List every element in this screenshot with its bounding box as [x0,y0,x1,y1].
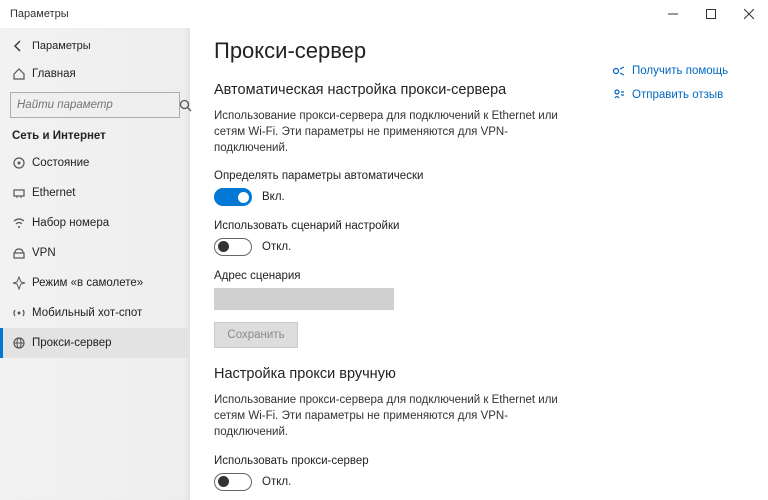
nav-vpn[interactable]: VPN [0,238,190,268]
page-title: Прокси-сервер [214,38,752,64]
nav-label: Режим «в самолете» [32,277,143,289]
proxy-icon [12,336,32,350]
category-label: Сеть и Интернет [12,130,190,142]
minimize-button[interactable] [654,0,692,28]
maximize-button[interactable] [692,0,730,28]
hotspot-icon [12,306,32,320]
use-proxy-label: Использовать прокси-сервер [214,455,752,467]
titlebar: Параметры [0,0,768,28]
vpn-icon [12,246,32,260]
status-icon [12,156,32,170]
nav-label: Ethernet [32,187,75,199]
feedback-label: Отправить отзыв [632,89,723,101]
ethernet-icon [12,186,32,200]
nav-label: Прокси-сервер [32,337,112,349]
nav-label: Мобильный хот-спот [32,307,142,319]
sidebar: Параметры Главная Сеть и Интернет Состоя… [0,28,190,500]
back-button[interactable] [12,39,32,53]
nav-dialup[interactable]: Набор номера [0,208,190,238]
detect-label: Определять параметры автоматически [214,170,752,182]
close-button[interactable] [730,0,768,28]
dialup-icon [12,216,32,230]
feedback-link[interactable]: Отправить отзыв [612,88,752,102]
airplane-icon [12,276,32,290]
home-icon [12,67,32,81]
script-toggle[interactable] [214,238,252,256]
nav-status[interactable]: Состояние [0,148,190,178]
nav-label: Состояние [32,157,89,169]
nav-proxy[interactable]: Прокси-сервер [0,328,190,358]
nav-label: Набор номера [32,217,109,229]
window-title: Параметры [10,8,69,20]
help-icon [612,64,626,78]
home-nav[interactable]: Главная [0,62,190,86]
use-proxy-toggle[interactable] [214,473,252,491]
search-input[interactable] [11,93,179,117]
script-addr-label: Адрес сценария [214,270,752,282]
nav-airplane[interactable]: Режим «в самолете» [0,268,190,298]
use-proxy-state: Откл. [262,476,291,488]
script-label: Использовать сценарий настройки [214,220,752,232]
help-label: Получить помощь [632,65,728,77]
manual-section-heading: Настройка прокси вручную [214,366,752,382]
auto-section-desc: Использование прокси-сервера для подключ… [214,108,574,156]
aside-links: Получить помощь Отправить отзыв [612,64,752,112]
detect-state: Вкл. [262,191,285,203]
nav-ethernet[interactable]: Ethernet [0,178,190,208]
search-box[interactable] [10,92,180,118]
script-state: Откл. [262,241,291,253]
script-addr-input[interactable] [214,288,394,310]
detect-toggle[interactable] [214,188,252,206]
nav-label: VPN [32,247,56,259]
manual-section-desc: Использование прокси-сервера для подключ… [214,392,574,440]
save-button[interactable]: Сохранить [214,322,298,348]
nav-hotspot[interactable]: Мобильный хот-спот [0,298,190,328]
settings-header: Параметры [32,40,91,52]
main-content: Прокси-сервер Автоматическая настройка п… [190,28,768,500]
save-label: Сохранить [227,329,284,341]
home-label: Главная [32,68,76,80]
help-link[interactable]: Получить помощь [612,64,752,78]
feedback-icon [612,88,626,102]
